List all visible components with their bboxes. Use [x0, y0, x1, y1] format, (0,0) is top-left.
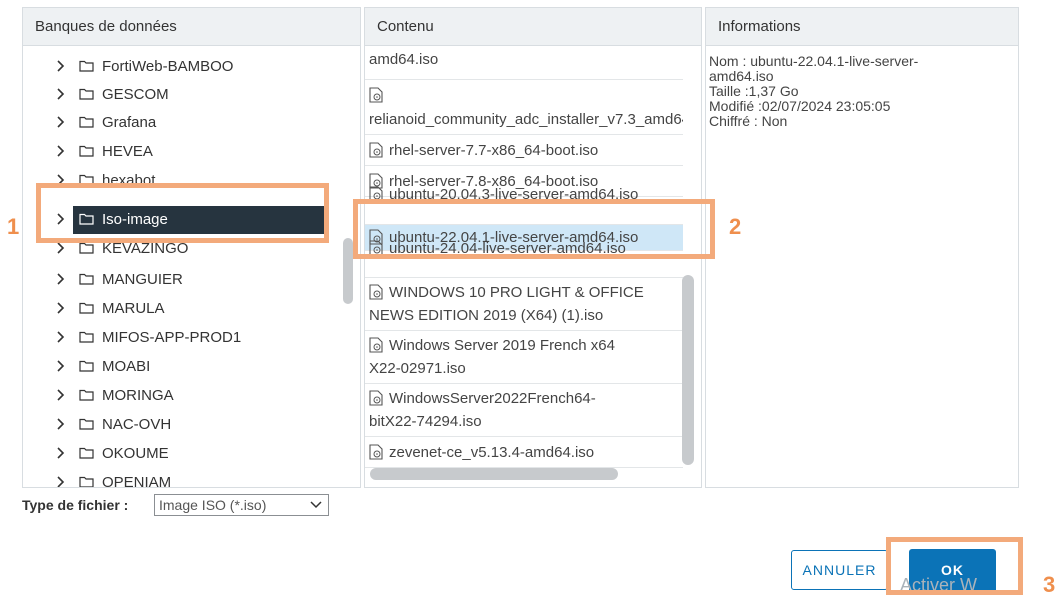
info-name: Nom : ubuntu-22.04.1-live-server- amd64.… [709, 53, 919, 84]
info-modified: Modifié :02/07/2024 23:05:05 [709, 98, 891, 114]
highlight-box-2 [353, 199, 715, 259]
folder-icon [79, 272, 94, 285]
datastore-item[interactable]: MARULA [23, 295, 348, 323]
annotation-3: 3 [1043, 572, 1056, 597]
file-name-cont: NEWS EDITION 2019 (X64) (1).iso [369, 307, 604, 324]
annotation-1: 1 [7, 214, 20, 239]
folder-icon [79, 87, 94, 100]
datastore-item[interactable]: FortiWeb-BAMBOO [23, 53, 348, 81]
chevron-right-icon[interactable] [53, 417, 67, 431]
file-icon [369, 337, 383, 353]
content-horizontal-scrollbar[interactable] [370, 468, 618, 480]
datastore-item[interactable]: MOABI [23, 353, 348, 381]
file-name-cont: bitX22-74294.iso [369, 413, 482, 430]
datastore-label: MOABI [102, 358, 151, 375]
folder-icon [79, 115, 94, 128]
datastore-label: OKOUME [102, 445, 169, 462]
folder-icon [79, 59, 94, 72]
folder-icon [79, 301, 94, 314]
chevron-right-icon[interactable] [53, 87, 67, 101]
file-icon [369, 390, 383, 406]
content-vertical-scrollbar[interactable] [682, 275, 694, 465]
file-row[interactable]: WINDOWS 10 PRO LIGHT & OFFICE NEWS EDITIO… [365, 279, 683, 331]
info-panel: Informations Nom : ubuntu-22.04.1-live-s… [705, 7, 1019, 488]
file-row[interactable]: zevenet-ce_v5.13.4-amd64.iso [365, 438, 683, 468]
chevron-right-icon[interactable] [53, 301, 67, 315]
file-row[interactable]: relianoid_community_adc_installer_v7.3_a… [365, 81, 683, 135]
chevron-right-icon[interactable] [53, 115, 67, 129]
datastores-panel: Banques de données FortiWeb-BAMBOO GESCOM… [22, 7, 361, 488]
datastore-label: HEVEA [102, 143, 153, 160]
filetype-value: Image ISO (*.iso) [159, 497, 267, 513]
file-name: WINDOWS 10 PRO LIGHT & OFFICE [389, 284, 644, 301]
datastore-label: FortiWeb-BAMBOO [102, 58, 234, 75]
chevron-right-icon[interactable] [53, 272, 67, 286]
file-list: amd64.iso relianoid_community_adc_install… [365, 47, 683, 487]
datastore-item[interactable]: OKOUME [23, 440, 348, 468]
file-row[interactable]: Windows Server 2019 French x64 X22-02971.… [365, 332, 683, 384]
info-encrypted: Chiffré : Non [709, 113, 788, 129]
chevron-right-icon[interactable] [53, 359, 67, 373]
file-row[interactable]: amd64.iso [365, 47, 683, 80]
file-icon [369, 444, 383, 460]
datastore-item[interactable]: MIFOS-APP-PROD1 [23, 324, 348, 352]
datastores-scrollbar[interactable] [343, 238, 353, 304]
info-size: Taille :1,37 Go [709, 83, 799, 99]
folder-icon [79, 475, 94, 487]
cancel-button[interactable]: ANNULER [791, 550, 888, 590]
info-header: Informations [706, 8, 1018, 46]
datastore-label: OPENIAM [102, 474, 172, 488]
datastore-item[interactable]: GESCOM [23, 81, 348, 109]
filetype-label: Type de fichier : [22, 497, 129, 513]
file-icon [369, 284, 383, 300]
file-name: relianoid_community_adc_installer_v7.3_a… [369, 111, 683, 128]
datastore-item[interactable]: MORINGA [23, 382, 348, 410]
annotation-2: 2 [729, 214, 742, 239]
chevron-right-icon[interactable] [53, 59, 67, 73]
chevron-right-icon[interactable] [53, 475, 67, 487]
folder-icon [79, 144, 94, 157]
datastores-header: Banques de données [23, 8, 360, 46]
file-icon [369, 87, 389, 104]
info-details: Nom : ubuntu-22.04.1-live-server- amd64.… [709, 54, 1014, 129]
folder-icon [79, 446, 94, 459]
filetype-select[interactable]: Image ISO (*.iso) [154, 494, 329, 516]
file-name: Windows Server 2019 French x64 [389, 337, 615, 354]
file-name-cont: X22-02971.iso [369, 360, 466, 377]
datastore-item[interactable]: OPENIAM [23, 469, 348, 488]
chevron-right-icon[interactable] [53, 241, 67, 255]
chevron-right-icon[interactable] [53, 330, 67, 344]
highlight-box-1 [36, 183, 329, 243]
chevron-right-icon[interactable] [53, 388, 67, 402]
datastore-item[interactable]: HEVEA [23, 138, 348, 166]
file-name: rhel-server-7.7-x86_64-boot.iso [389, 142, 599, 159]
datastore-item[interactable]: NAC-OVH [23, 411, 348, 439]
file-icon [369, 142, 383, 158]
datastore-label: NAC-OVH [102, 416, 172, 433]
content-header: Contenu [365, 8, 701, 46]
chevron-right-icon[interactable] [53, 144, 67, 158]
file-name: zevenet-ce_v5.13.4-amd64.iso [389, 444, 595, 461]
datastore-tree: FortiWeb-BAMBOO GESCOM Grafana HEVEA hexabot… [23, 47, 348, 488]
datastore-label: MORINGA [102, 387, 174, 404]
datastore-label: MANGUIER [102, 271, 183, 288]
datastore-label: Grafana [102, 114, 157, 131]
chevron-right-icon[interactable] [53, 446, 67, 460]
datastore-label: MIFOS-APP-PROD1 [102, 329, 242, 346]
datastore-label: MARULA [102, 300, 165, 317]
datastore-label: GESCOM [102, 86, 169, 103]
folder-icon [79, 359, 94, 372]
folder-icon [79, 417, 94, 430]
file-name: amd64.iso [369, 51, 439, 68]
highlight-box-3 [886, 537, 1023, 595]
folder-icon [79, 388, 94, 401]
datastore-item[interactable]: Grafana [23, 109, 348, 137]
file-name: WindowsServer2022French64- [389, 390, 596, 407]
file-row[interactable]: WindowsServer2022French64- bitX22-74294.i… [365, 385, 683, 437]
folder-icon [79, 330, 94, 343]
chevron-down-icon [310, 501, 322, 509]
datastore-item[interactable]: MANGUIER [23, 266, 348, 294]
file-row[interactable]: rhel-server-7.7-x86_64-boot.iso [365, 136, 683, 166]
